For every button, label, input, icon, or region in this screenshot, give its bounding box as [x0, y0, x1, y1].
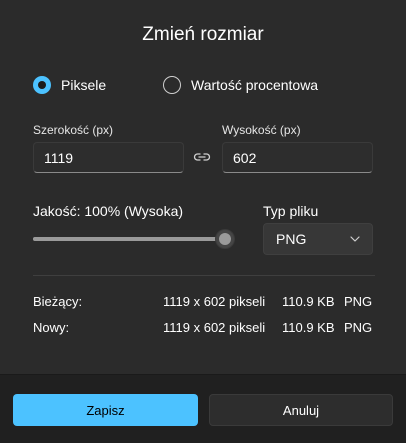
current-dimensions: 1119 x 602 pikseli	[163, 294, 266, 309]
radio-percent-option[interactable]: Wartość procentowa	[163, 76, 318, 94]
file-type-label: Typ pliku	[263, 203, 319, 219]
cancel-button[interactable]: Anuluj	[209, 394, 393, 426]
height-input[interactable]	[222, 142, 373, 173]
quality-slider-thumb[interactable]	[215, 229, 235, 249]
new-format: PNG	[344, 320, 373, 335]
chevron-down-icon	[350, 236, 360, 242]
link-icon[interactable]	[192, 150, 212, 164]
section-divider	[33, 275, 375, 276]
file-type-value: PNG	[276, 231, 307, 247]
current-format: PNG	[344, 294, 373, 309]
new-dimensions: 1119 x 602 pikseli	[163, 320, 266, 335]
current-label: Bieżący:	[33, 294, 83, 309]
height-label: Wysokość (px)	[222, 123, 301, 137]
radio-percent[interactable]	[163, 76, 181, 94]
radio-pixels[interactable]	[33, 76, 51, 94]
dialog-title: Zmień rozmiar	[142, 24, 264, 45]
radio-pixels-label: Piksele	[61, 77, 107, 93]
file-type-select[interactable]: PNG	[263, 223, 373, 255]
quality-slider[interactable]	[33, 229, 235, 249]
width-input[interactable]	[33, 142, 184, 173]
quality-label: Jakość: 100% (Wysoka)	[33, 203, 184, 219]
current-size: 110.9 KB	[282, 294, 335, 309]
quality-slider-fill	[33, 237, 225, 241]
radio-percent-label: Wartość procentowa	[191, 77, 319, 93]
new-label: Nowy:	[33, 320, 70, 335]
new-size: 110.9 KB	[282, 320, 335, 335]
radio-pixels-option[interactable]: Piksele	[33, 76, 106, 94]
save-button[interactable]: Zapisz	[13, 394, 198, 426]
resize-dialog: Zmień rozmiar Piksele Wartość procentowa…	[0, 0, 406, 443]
width-label: Szerokość (px)	[33, 123, 114, 137]
